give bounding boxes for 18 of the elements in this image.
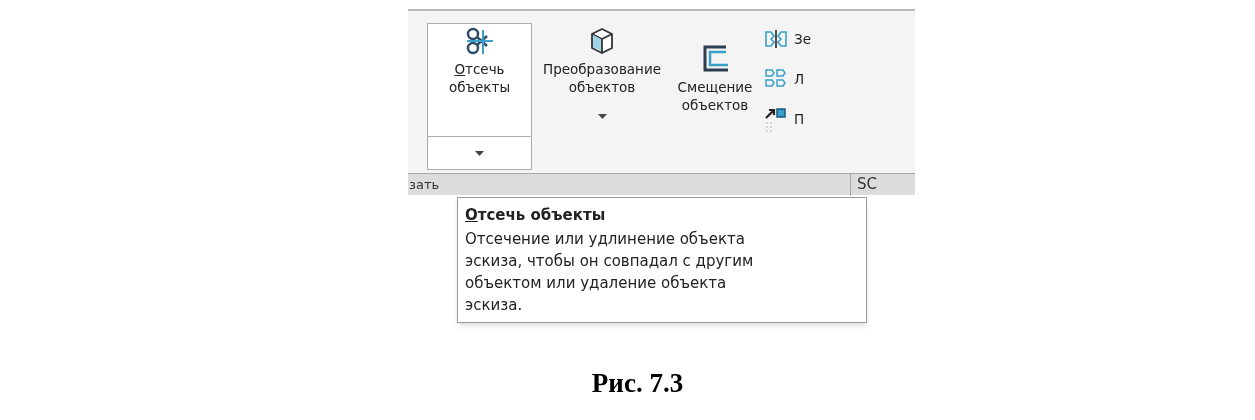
ribbon-small-button[interactable]: П [764, 103, 811, 135]
pattern-icon [764, 68, 788, 90]
transform-dropdown-button[interactable]: Преобразование объектов [538, 23, 666, 170]
offset-button[interactable]: Смещение объектов [672, 23, 758, 153]
figure-caption: Рис. 7.3 [591, 367, 684, 400]
move-icon [764, 105, 788, 133]
tab-label[interactable]: SC [850, 173, 877, 196]
scissors-icon [464, 26, 495, 56]
tooltip-title: Отсечь объекты [465, 205, 607, 226]
caret-icon [475, 150, 484, 156]
ribbon-small-button[interactable]: Зе [764, 23, 811, 55]
cube-icon [588, 26, 616, 56]
trim-split-button[interactable]: Отсечь объекты [427, 23, 532, 170]
ribbon-small-button[interactable]: Л [764, 63, 811, 95]
mirror-icon [764, 29, 788, 49]
caret-icon [597, 114, 607, 119]
tooltip-text: Отсечение или удлинение объекта эскиза, чтобы он совпадал с другим объектом или удаление объекта эскиза. [465, 229, 755, 316]
tab-label[interactable]: зать [408, 174, 440, 195]
